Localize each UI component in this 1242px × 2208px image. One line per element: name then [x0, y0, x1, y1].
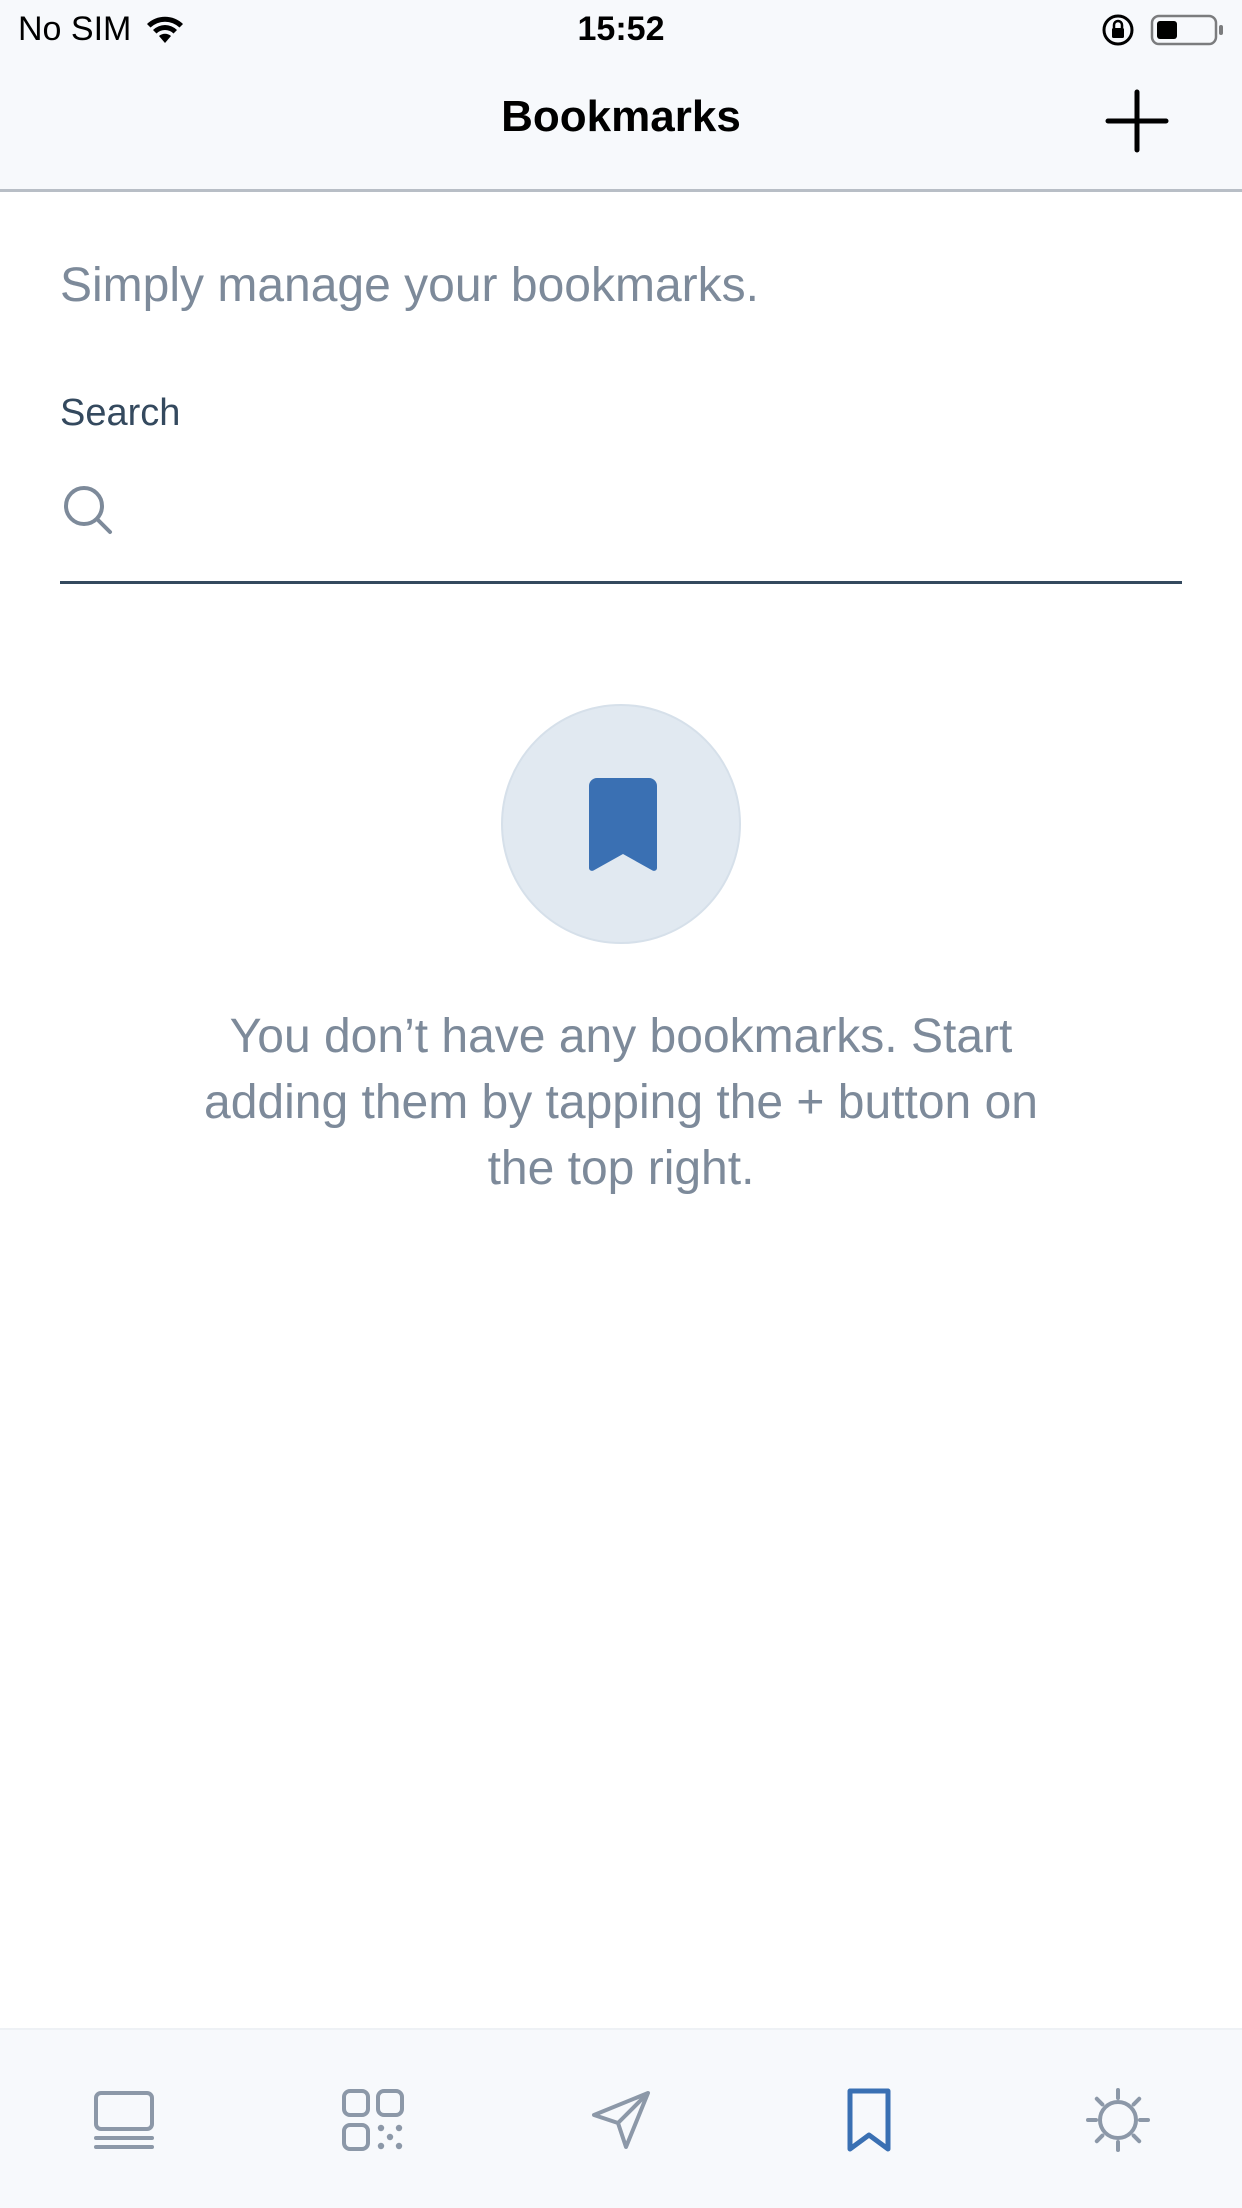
tab-bar: [0, 2028, 1242, 2208]
bookmark-icon: [589, 778, 657, 871]
settings-icon: [1085, 2088, 1150, 2152]
cards-icon: [94, 2091, 155, 2149]
tab-bookmarks[interactable]: [745, 2030, 993, 2208]
search-icon: [64, 486, 112, 534]
tab-qr-code[interactable]: [248, 2030, 496, 2208]
page-title: Bookmarks: [501, 92, 741, 141]
status-bar: No SIM 15:52: [0, 0, 1242, 62]
tab-cards[interactable]: [0, 2030, 248, 2208]
search-input[interactable]: [140, 476, 1170, 546]
search-field[interactable]: [60, 470, 1182, 584]
status-time: 15:52: [577, 10, 665, 48]
send-icon: [591, 2091, 650, 2149]
plus-icon: [1105, 89, 1169, 153]
bookmarks-screen: No SIM 15:52 Bookmarks Simply manage you…: [0, 0, 1242, 2208]
bookmark-icon: [847, 2088, 891, 2152]
rotation-lock-icon: [1102, 14, 1134, 46]
qr-code-icon: [341, 2089, 404, 2151]
battery-icon: [1150, 14, 1223, 46]
navigation-bar: Bookmarks: [0, 62, 1242, 192]
tab-settings[interactable]: [994, 2030, 1242, 2208]
status-right: [1100, 12, 1226, 48]
empty-state-message: You don’t have any bookmarks. Start addi…: [204, 1010, 1038, 1195]
search-label: Search: [60, 392, 181, 434]
page-subtitle: Simply manage your bookmarks.: [60, 259, 759, 312]
add-bookmark-button[interactable]: [1102, 86, 1172, 156]
tab-send[interactable]: [497, 2030, 745, 2208]
empty-state-circle: [501, 704, 741, 944]
